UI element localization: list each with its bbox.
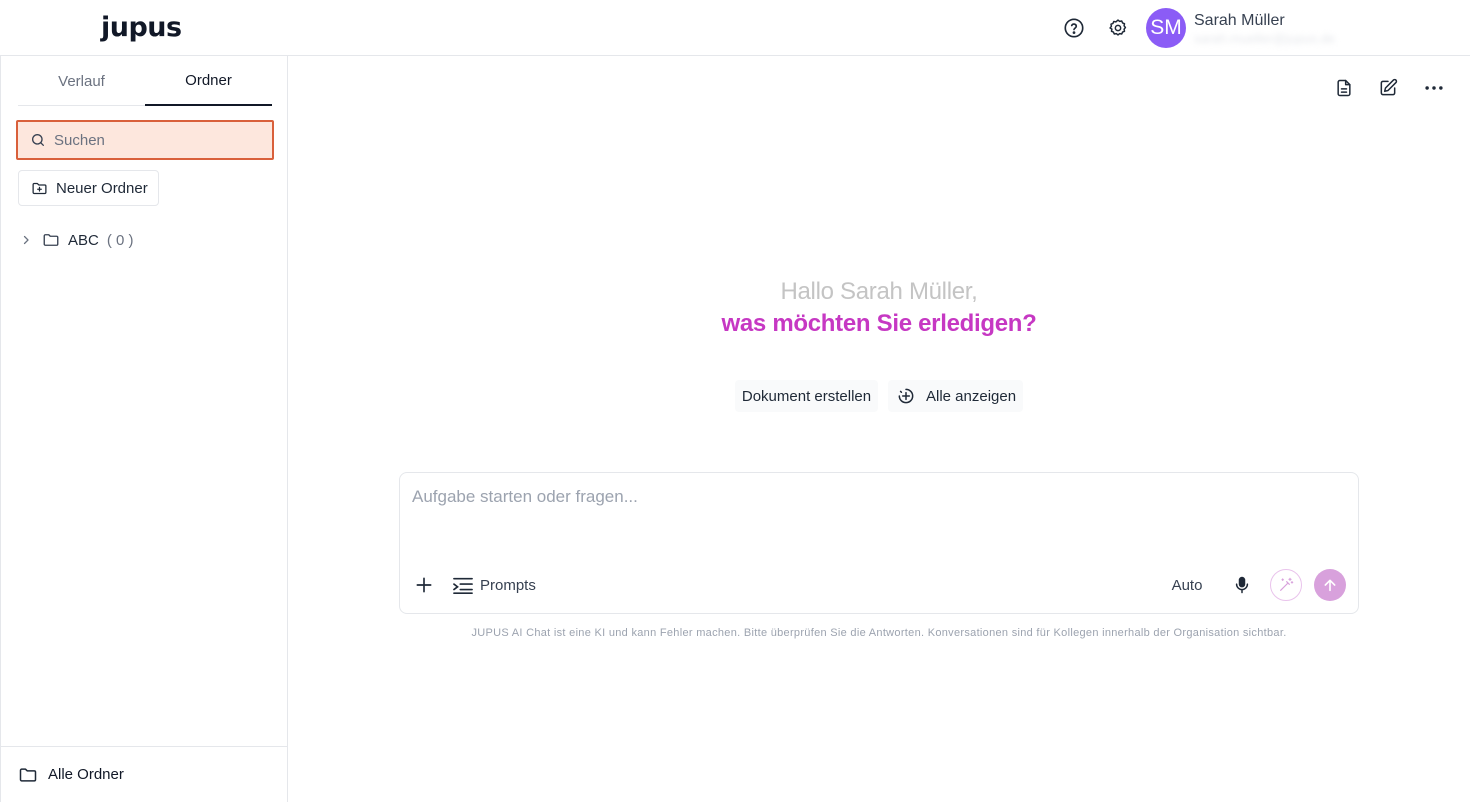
- top-bar: jupus SM Sarah Müller sarah.mueller@jupu…: [0, 0, 1470, 56]
- prompts-label: Prompts: [480, 576, 536, 594]
- sidebar: Verlauf Ordner Neuer Ordner: [0, 56, 288, 802]
- chat-composer: Prompts Auto: [399, 472, 1359, 614]
- ai-disclaimer: JUPUS AI Chat ist eine KI und kann Fehle…: [471, 627, 1287, 639]
- magic-wand-button[interactable]: [1270, 569, 1302, 601]
- model-select[interactable]: Auto: [1160, 571, 1214, 599]
- chevron-right-icon[interactable]: [16, 234, 36, 246]
- magic-wand-icon: [1278, 577, 1294, 593]
- all-folders-label: Alle Ordner: [48, 766, 124, 783]
- app-logo[interactable]: jupus: [101, 12, 182, 44]
- plus-icon: [414, 575, 434, 595]
- microphone-icon: [1232, 575, 1252, 595]
- gear-icon[interactable]: [1106, 16, 1130, 40]
- help-circle-icon[interactable]: [1062, 16, 1086, 40]
- user-name: Sarah Müller: [1194, 12, 1285, 29]
- sidebar-tabs: Verlauf Ordner: [18, 56, 272, 106]
- folder-count: ( 0 ): [106, 231, 134, 249]
- folder-name: ABC: [68, 231, 99, 249]
- document-icon[interactable]: [1332, 76, 1356, 100]
- user-email: sarah.mueller@jupus.de: [1194, 31, 1336, 46]
- prompts-button[interactable]: Prompts: [452, 571, 536, 599]
- chat-input[interactable]: [412, 487, 1332, 547]
- all-folders-button[interactable]: Alle Ordner: [1, 746, 288, 802]
- add-circle-icon: [896, 386, 916, 406]
- send-button[interactable]: [1314, 569, 1346, 601]
- greeting-title: Hallo Sarah Müller,: [780, 278, 978, 305]
- search-input[interactable]: [54, 131, 254, 149]
- new-folder-button[interactable]: Neuer Ordner: [18, 170, 159, 206]
- tab-verlauf[interactable]: Verlauf: [18, 56, 145, 106]
- tab-ordner[interactable]: Ordner: [145, 56, 272, 106]
- new-folder-label: Neuer Ordner: [56, 179, 148, 197]
- create-document-chip[interactable]: Dokument erstellen: [735, 380, 878, 412]
- search-box[interactable]: [16, 120, 274, 160]
- edit-icon[interactable]: [1376, 76, 1400, 100]
- add-attachment-button[interactable]: [412, 573, 436, 597]
- more-options-icon[interactable]: [1422, 76, 1446, 100]
- arrow-up-icon: [1322, 577, 1338, 593]
- folder-icon: [42, 231, 60, 249]
- avatar-initials: SM: [1150, 16, 1182, 39]
- microphone-button[interactable]: [1230, 573, 1254, 597]
- folder-icon: [18, 765, 38, 785]
- prompts-list-icon: [452, 575, 474, 595]
- folder-plus-icon: [31, 180, 48, 197]
- folder-item[interactable]: ABC ( 0 ): [16, 228, 274, 252]
- show-all-chip[interactable]: Alle anzeigen: [888, 380, 1023, 412]
- greeting-question: was möchten Sie erledigen?: [721, 310, 1037, 337]
- avatar[interactable]: SM: [1146, 8, 1186, 48]
- show-all-label: Alle anzeigen: [926, 387, 1017, 405]
- search-icon: [30, 132, 46, 148]
- main-content: Hallo Sarah Müller, was möchten Sie erle…: [288, 56, 1470, 802]
